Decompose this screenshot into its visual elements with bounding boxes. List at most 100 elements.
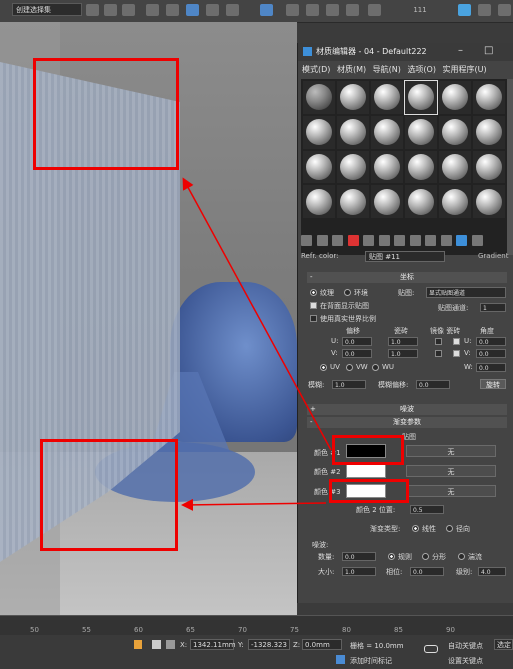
sample-slot[interactable] [405, 115, 437, 149]
menu-mode[interactable]: 模式(D) [302, 63, 330, 77]
u-tile-checkbox[interactable] [453, 338, 460, 345]
sample-slot[interactable] [337, 115, 369, 149]
map-channel-dropdown[interactable]: 显式贴图通道 [426, 287, 506, 298]
u-angle-spinner[interactable]: 0.0 [476, 337, 506, 346]
v-mirror-checkbox[interactable] [435, 350, 442, 357]
sample-slot[interactable] [303, 185, 335, 219]
render-frame-icon[interactable] [306, 4, 319, 16]
sample-slot[interactable] [473, 81, 505, 114]
map-channel-spinner[interactable]: 1 [480, 303, 506, 312]
v-angle-spinner[interactable]: 0.0 [476, 349, 506, 358]
layers-icon[interactable] [166, 4, 179, 16]
material-editor-icon[interactable] [260, 4, 273, 16]
add-time-tag[interactable]: 添加时间标记 [350, 656, 392, 666]
maximize-button[interactable]: □ [484, 45, 493, 56]
v-tile-checkbox[interactable] [453, 350, 460, 357]
wu-radio[interactable] [372, 364, 379, 371]
render-icon[interactable] [326, 4, 339, 16]
settings-icon[interactable] [498, 4, 511, 16]
coordinates-rollout-header[interactable]: - 坐标 [307, 272, 507, 283]
get-material-icon[interactable] [301, 235, 312, 246]
texture-radio[interactable] [310, 289, 317, 296]
make-unique-icon[interactable] [378, 235, 390, 246]
sample-slot[interactable] [473, 115, 505, 149]
render-production-icon[interactable] [346, 4, 359, 16]
sample-slot-active[interactable] [404, 80, 438, 115]
u-offset-spinner[interactable]: 0.0 [342, 337, 372, 346]
menu-navigation[interactable]: 导航(N) [373, 63, 401, 77]
color2-position-spinner[interactable]: 0.5 [410, 505, 444, 514]
color1-map-button[interactable]: 无 [406, 445, 496, 457]
go-forward-icon[interactable] [472, 235, 484, 246]
sample-slot[interactable] [439, 185, 471, 219]
vw-radio[interactable] [346, 364, 353, 371]
rotate-button[interactable]: 旋转 [480, 379, 506, 389]
selection-set-dropdown[interactable]: 创建选择集 [12, 3, 82, 16]
color2-swatch[interactable] [346, 464, 386, 478]
sample-slot[interactable] [439, 81, 471, 114]
absolute-mode-icon[interactable] [166, 640, 175, 649]
menu-options[interactable]: 选项(O) [407, 63, 436, 77]
v-tiling-spinner[interactable]: 1.0 [388, 349, 418, 358]
real-world-checkbox[interactable] [310, 315, 317, 322]
sample-slot[interactable] [371, 150, 403, 184]
sample-slot[interactable] [371, 185, 403, 219]
u-mirror-checkbox[interactable] [435, 338, 442, 345]
sample-slot[interactable] [405, 185, 437, 219]
graphite-tools-icon[interactable] [186, 4, 199, 16]
show-on-back-checkbox[interactable] [310, 302, 317, 309]
phase-spinner[interactable]: 0.0 [410, 567, 444, 576]
render-setup-icon[interactable] [286, 4, 299, 16]
mirror-icon[interactable] [104, 4, 117, 16]
light-icon[interactable] [458, 4, 471, 16]
timeline[interactable]: 50 55 60 65 70 75 80 85 90 [0, 615, 513, 636]
copy-material-icon[interactable] [363, 235, 375, 246]
reset-map-icon[interactable] [347, 235, 359, 246]
sample-slot[interactable] [337, 185, 369, 219]
map-name-field[interactable]: 贴图 #11 [365, 251, 445, 262]
align-icon[interactable] [122, 4, 135, 16]
sample-slot[interactable] [337, 150, 369, 184]
put-to-scene-icon[interactable] [316, 235, 328, 246]
map-type-button[interactable]: Gradient [478, 252, 508, 260]
active-shade-icon[interactable] [368, 4, 381, 16]
go-to-parent-icon[interactable] [456, 235, 468, 246]
sample-slot[interactable] [371, 81, 403, 114]
levels-spinner[interactable]: 4.0 [478, 567, 506, 576]
noise-rollout-header[interactable]: + 噪波 [307, 404, 507, 415]
curve-editor-icon[interactable] [206, 4, 219, 16]
menu-utilities[interactable]: 实用程序(U) [443, 63, 487, 77]
fractal-radio[interactable] [422, 553, 429, 560]
turbulence-radio[interactable] [458, 553, 465, 560]
sample-slot[interactable] [439, 115, 471, 149]
radial-radio[interactable] [446, 525, 453, 532]
regular-radio[interactable] [388, 553, 395, 560]
z-coordinate-field[interactable]: 0.0mm [302, 639, 342, 650]
v-offset-spinner[interactable]: 0.0 [342, 349, 372, 358]
material-id-icon[interactable] [409, 235, 421, 246]
sample-slot[interactable] [303, 150, 335, 184]
blur-offset-spinner[interactable]: 0.0 [416, 380, 450, 389]
x-coordinate-field[interactable]: 1342.11mm [190, 639, 236, 650]
show-shaded-icon[interactable] [425, 235, 437, 246]
sample-slot[interactable] [303, 81, 335, 114]
layer-manager-icon[interactable] [146, 4, 159, 16]
put-to-library-icon[interactable] [394, 235, 406, 246]
amount-spinner[interactable]: 0.0 [342, 552, 376, 561]
sample-slot[interactable] [303, 115, 335, 149]
time-tag-icon[interactable] [336, 655, 345, 664]
color3-map-button[interactable]: 无 [406, 485, 496, 497]
minimize-button[interactable]: – [458, 45, 463, 56]
lock-icon[interactable] [152, 640, 161, 649]
gradient-params-rollout-header[interactable]: - 渐变参数 [307, 417, 507, 428]
sample-slot[interactable] [337, 81, 369, 114]
key-icon[interactable] [424, 645, 438, 653]
w-angle-spinner[interactable]: 0.0 [476, 363, 506, 372]
sample-slot[interactable] [473, 150, 505, 184]
schematic-view-icon[interactable] [226, 4, 239, 16]
u-tiling-spinner[interactable]: 1.0 [388, 337, 418, 346]
blur-spinner[interactable]: 1.0 [332, 380, 366, 389]
uv-radio[interactable] [320, 364, 327, 371]
sample-slots-scrollbar[interactable] [507, 79, 513, 255]
assign-material-icon[interactable] [332, 235, 344, 246]
